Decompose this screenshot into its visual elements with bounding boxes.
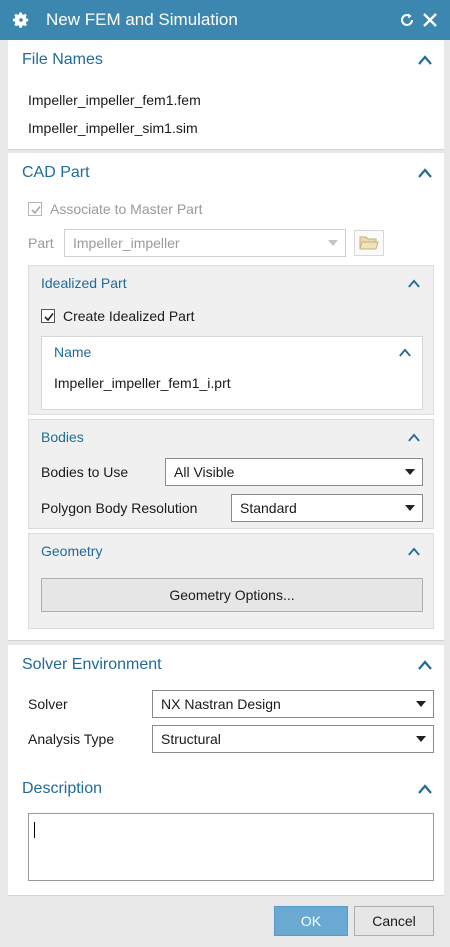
folder-open-icon [354, 230, 384, 256]
idealized-part-group: Idealized Part Create Idealized Part Nam… [28, 265, 434, 415]
part-label: Part [28, 235, 54, 251]
chevron-up-icon[interactable] [407, 544, 421, 558]
analysis-type-label: Analysis Type [28, 731, 115, 747]
dropdown-arrow-icon [321, 240, 345, 246]
ok-button[interactable]: OK [274, 906, 348, 936]
cad-part-header[interactable]: CAD Part [8, 153, 444, 193]
dropdown-arrow-icon [398, 469, 422, 475]
bodies-to-use-select[interactable]: All Visible [165, 458, 423, 486]
create-idealized-checkbox[interactable] [41, 309, 55, 323]
cad-part-label: CAD Part [22, 164, 90, 181]
idealized-part-name: Impeller_impeller_fem1_i.prt [54, 375, 231, 391]
polygon-resolution-label: Polygon Body Resolution [41, 500, 198, 516]
geometry-label: Geometry [41, 543, 103, 559]
name-box: Name Impeller_impeller_fem1_i.prt [41, 336, 423, 410]
solver-select[interactable]: NX Nastran Design [152, 690, 434, 718]
file-names-header[interactable]: File Names [8, 40, 444, 80]
analysis-type-select[interactable]: Structural [152, 725, 434, 753]
solver-label: Solver [28, 696, 68, 712]
dropdown-arrow-icon [398, 505, 422, 511]
create-idealized-label: Create Idealized Part [63, 308, 195, 324]
dropdown-arrow-icon [409, 736, 433, 742]
idealized-part-header[interactable]: Idealized Part [29, 266, 433, 300]
solver-environment-label: Solver Environment [22, 656, 162, 673]
chevron-up-icon[interactable] [418, 658, 432, 672]
analysis-type-value: Structural [161, 731, 221, 747]
name-header[interactable]: Name [42, 337, 422, 367]
associate-master-part-row: Associate to Master Part [28, 201, 203, 217]
fem-file-name: Impeller_impeller_fem1.fem [28, 92, 201, 108]
bodies-group: Bodies Bodies to Use All Visible Polygon… [28, 419, 434, 529]
solver-value: NX Nastran Design [161, 696, 281, 712]
part-select-value: Impeller_impeller [73, 235, 180, 251]
description-header[interactable]: Description [8, 769, 444, 809]
idealized-part-label: Idealized Part [41, 275, 127, 291]
create-idealized-row[interactable]: Create Idealized Part [41, 308, 195, 324]
solver-environment-header[interactable]: Solver Environment [8, 645, 444, 685]
name-label: Name [54, 344, 92, 360]
gear-icon [12, 11, 40, 29]
bodies-label: Bodies [41, 429, 84, 445]
dialog-body: File Names Impeller_impeller_fem1.fem Im… [8, 40, 444, 947]
chevron-up-icon[interactable] [407, 276, 421, 290]
window-title: New FEM and Simulation [46, 10, 238, 29]
cad-part-group: CAD Part Associate to Master Part Part I… [8, 153, 444, 641]
chevron-up-icon[interactable] [398, 345, 412, 359]
reset-icon[interactable] [396, 12, 418, 28]
file-names-group: File Names Impeller_impeller_fem1.fem Im… [8, 40, 444, 150]
bodies-to-use-label: Bodies to Use [41, 464, 129, 480]
geometry-options-button[interactable]: Geometry Options... [41, 578, 423, 612]
chevron-up-icon[interactable] [407, 430, 421, 444]
description-label: Description [22, 780, 103, 797]
dropdown-arrow-icon [409, 701, 433, 707]
description-textarea[interactable] [28, 813, 434, 881]
associate-checkbox [28, 202, 42, 216]
description-group: Description [8, 769, 444, 896]
polygon-resolution-select[interactable]: Standard [231, 494, 423, 522]
bodies-header[interactable]: Bodies [29, 420, 433, 454]
bodies-to-use-value: All Visible [174, 464, 235, 480]
cancel-button[interactable]: Cancel [354, 906, 434, 936]
geometry-header[interactable]: Geometry [29, 534, 433, 568]
close-icon[interactable] [418, 12, 442, 28]
title-bar: New FEM and Simulation [0, 0, 450, 40]
file-names-label: File Names [22, 51, 103, 68]
sim-file-name: Impeller_impeller_sim1.sim [28, 120, 198, 136]
chevron-up-icon[interactable] [418, 782, 432, 796]
polygon-resolution-value: Standard [240, 500, 297, 516]
associate-label: Associate to Master Part [50, 201, 203, 217]
text-cursor [34, 822, 35, 838]
geometry-group: Geometry Geometry Options... [28, 533, 434, 629]
part-select: Impeller_impeller [64, 229, 346, 257]
chevron-up-icon[interactable] [418, 53, 432, 67]
chevron-up-icon[interactable] [418, 166, 432, 180]
